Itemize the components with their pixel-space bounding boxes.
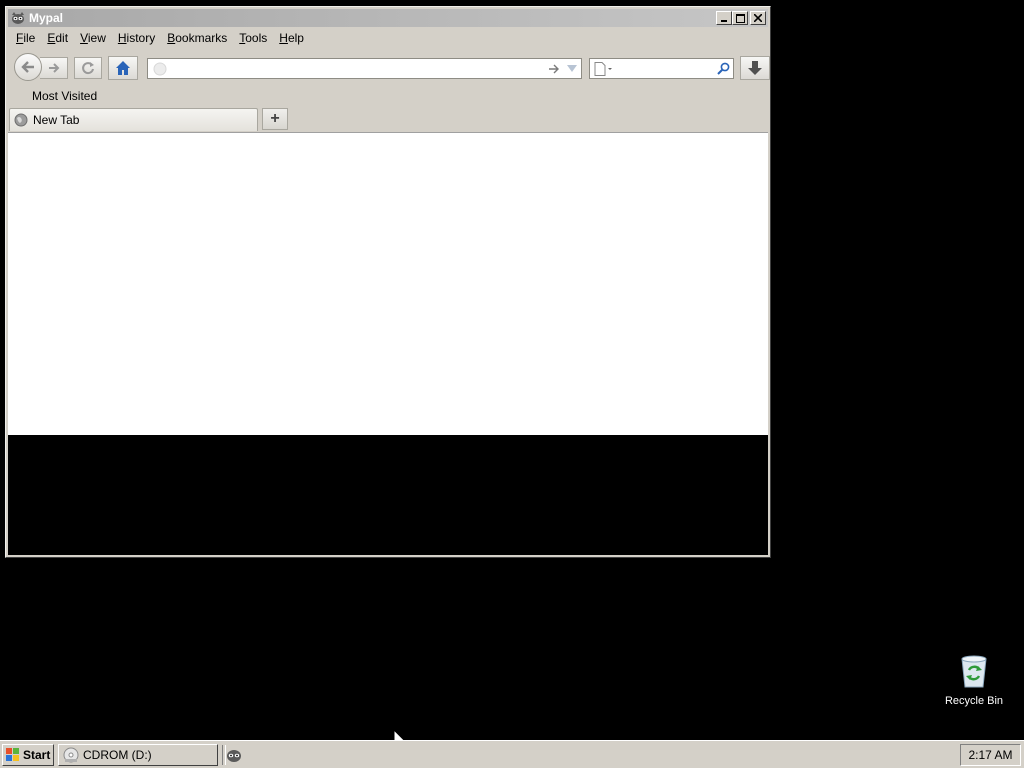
clock-time: 2:17 AM <box>968 748 1013 762</box>
reload-icon <box>82 62 94 75</box>
menu-file[interactable]: File <box>10 31 41 45</box>
maximize-icon <box>735 13 745 23</box>
search-button[interactable] <box>713 62 733 75</box>
search-engine-icon <box>594 61 612 76</box>
search-input[interactable] <box>614 61 713 76</box>
minimize-button[interactable] <box>716 11 732 25</box>
close-button[interactable] <box>750 11 766 25</box>
menu-edit[interactable]: Edit <box>41 31 74 45</box>
menu-bookmarks[interactable]: Bookmarks <box>161 31 233 45</box>
url-history-dropdown[interactable] <box>563 64 581 73</box>
window-controls <box>716 11 766 25</box>
go-arrow-icon <box>549 64 559 73</box>
page-content-area[interactable] <box>8 132 768 555</box>
cdrom-icon <box>63 747 79 763</box>
menu-tools[interactable]: Tools <box>233 31 273 45</box>
quick-launch-mypal-icon[interactable] <box>226 747 242 763</box>
system-clock[interactable]: 2:17 AM <box>960 744 1021 766</box>
home-button[interactable] <box>108 56 138 80</box>
dropdown-triangle-icon <box>567 64 577 72</box>
desktop-icon-recycle-bin[interactable]: Recycle Bin <box>938 655 1010 707</box>
taskbar-button-cdrom[interactable]: CDROM (D:) <box>58 744 218 766</box>
recycle-bin-label: Recycle Bin <box>944 695 1004 707</box>
tab-label: New Tab <box>33 113 80 127</box>
start-label: Start <box>23 748 51 762</box>
taskbar-button-label: CDROM (D:) <box>83 748 152 762</box>
new-tab-button[interactable]: + <box>262 108 288 130</box>
forward-button[interactable] <box>40 57 68 79</box>
tab-new-tab[interactable]: New Tab <box>9 108 258 131</box>
magnifier-icon <box>716 62 729 75</box>
download-arrow-icon <box>748 61 762 75</box>
go-button[interactable] <box>545 63 563 75</box>
title-bar[interactable]: Mypal <box>8 9 768 27</box>
url-input[interactable] <box>167 60 545 77</box>
address-bar[interactable] <box>147 58 582 79</box>
close-icon <box>754 14 762 22</box>
maximize-button[interactable] <box>732 11 748 25</box>
navigation-toolbar <box>10 51 770 83</box>
plus-icon: + <box>270 110 280 127</box>
back-arrow-icon <box>21 61 34 73</box>
site-identity-icon <box>153 62 167 75</box>
menu-help[interactable]: Help <box>273 31 310 45</box>
home-icon <box>116 61 130 75</box>
reload-button[interactable] <box>74 57 102 79</box>
minimize-icon <box>721 20 727 22</box>
tab-strip: New Tab + <box>8 108 768 132</box>
downloads-button[interactable] <box>740 56 770 80</box>
mypal-app-icon <box>12 12 24 24</box>
menu-bar: File Edit View History Bookmarks Tools H… <box>10 29 310 47</box>
recycle-bin-icon <box>961 655 987 688</box>
search-bar[interactable] <box>589 58 734 79</box>
back-button[interactable] <box>14 53 42 81</box>
taskbar: Start CDROM (D:) 2:17 AM <box>0 740 1024 768</box>
menu-view[interactable]: View <box>74 31 112 45</box>
menu-history[interactable]: History <box>112 31 161 45</box>
window-title: Mypal <box>29 11 64 25</box>
bookmarks-toolbar: Most Visited <box>32 89 97 103</box>
start-button[interactable]: Start <box>2 744 54 766</box>
browser-window: Mypal File Edit View History Bookmarks T… <box>5 6 771 558</box>
globe-icon <box>14 113 28 127</box>
search-engine-selector[interactable] <box>592 61 614 76</box>
windows-flag-icon <box>6 748 19 761</box>
forward-arrow-icon <box>48 63 59 73</box>
blank-page <box>8 133 768 435</box>
bookmark-most-visited[interactable]: Most Visited <box>32 89 97 103</box>
